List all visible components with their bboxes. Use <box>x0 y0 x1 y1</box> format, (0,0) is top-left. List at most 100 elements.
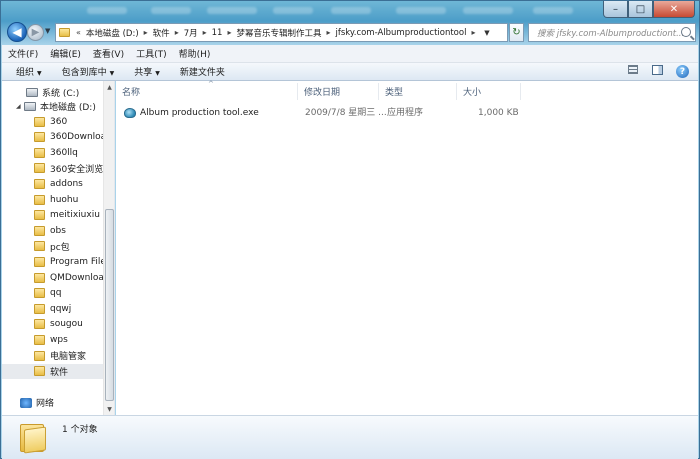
tree-item-folder-selected[interactable]: 软件 <box>2 363 104 379</box>
file-list[interactable]: 名称 ^ 修改日期 类型 大小 Album production tool.ex… <box>116 80 698 415</box>
expand-arrow-icon[interactable]: ◢ <box>16 103 24 110</box>
chevron-down-icon: ▼ <box>109 70 115 77</box>
breadcrumb-separator[interactable]: ▸ <box>325 28 333 37</box>
tree-item-folder[interactable]: 360Downloads <box>2 130 114 145</box>
tree-item-folder[interactable]: obs <box>2 223 104 238</box>
preview-pane-button[interactable] <box>652 65 666 78</box>
tree-item-label: addons <box>50 178 83 189</box>
include-in-library-button[interactable]: 包含到库中 ▼ <box>62 65 115 78</box>
title-bar[interactable]: – □ ✕ <box>1 1 700 21</box>
chevron-down-icon: ▼ <box>484 28 490 37</box>
tree-item-folder[interactable]: 电脑管家 <box>2 348 104 363</box>
blurred-title-text <box>396 7 446 14</box>
breadcrumb-current-folder[interactable]: jfsky.com-Albumproductiontool <box>333 28 470 38</box>
breadcrumb-separator[interactable]: ▸ <box>469 28 477 37</box>
explorer-window: – □ ✕ ◀ ▶ ▼ « 本地磁盘 (D:) ▸ 软件 ▸ 7月 ▸ 11 ▸… <box>0 0 700 459</box>
column-header-size[interactable]: 大小 <box>457 83 521 100</box>
close-button[interactable]: ✕ <box>653 1 695 18</box>
file-name: Album production tool.exe <box>140 108 259 118</box>
forward-button[interactable]: ▶ <box>27 24 44 41</box>
tree-item-folder[interactable]: 360 <box>2 114 104 129</box>
new-folder-button[interactable]: 新建文件夹 <box>180 65 225 78</box>
blurred-title-text <box>463 7 513 14</box>
breadcrumb-separator[interactable]: ▸ <box>225 28 233 37</box>
scroll-up-button[interactable]: ▲ <box>104 81 114 93</box>
back-button[interactable]: ◀ <box>7 22 27 42</box>
column-header-label: 修改日期 <box>304 88 341 98</box>
menu-tools[interactable]: 工具(T) <box>136 47 167 60</box>
command-bar: 组织 ▼ 包含到库中 ▼ 共享 ▼ 新建文件夹 ? <box>2 63 698 81</box>
column-header-type[interactable]: 类型 <box>379 83 457 100</box>
breadcrumb-album-tool[interactable]: 梦幂音乐专辑制作工具 <box>233 27 324 39</box>
tree-item-folder[interactable]: huohu <box>2 192 104 207</box>
tree-item-label: 网络 <box>36 399 55 409</box>
folder-icon <box>34 272 45 283</box>
recent-pages-dropdown[interactable]: ▼ <box>45 27 50 35</box>
breadcrumb-11[interactable]: 11 <box>209 28 226 38</box>
menu-edit[interactable]: 编辑(E) <box>50 47 81 60</box>
share-label: 共享 <box>134 68 153 78</box>
scrollbar-thumb[interactable] <box>105 209 114 401</box>
tree-item-folder[interactable]: pc包 <box>2 239 104 254</box>
tree-item-label: huohu <box>50 194 79 205</box>
scroll-down-button[interactable]: ▼ <box>104 403 114 415</box>
tree-item-folder[interactable]: 360llq <box>2 145 104 160</box>
breadcrumb-drive-d[interactable]: 本地磁盘 (D:) <box>83 27 142 39</box>
tree-item-folder[interactable]: QMDownload <box>2 270 110 285</box>
tree-item-label: 电脑管家 <box>50 352 87 362</box>
breadcrumb-separator[interactable]: ▸ <box>201 28 209 37</box>
file-modified-date: 2009/7/8 星期三 ... <box>305 108 387 118</box>
tree-item-folder[interactable]: Program Files <box>2 254 111 269</box>
scroll-up-icon: ▲ <box>107 83 112 91</box>
folder-icon <box>34 350 45 361</box>
chevron-down-icon: ▼ <box>37 70 42 77</box>
sort-indicator-icon: ^ <box>208 80 214 88</box>
overflow-crumbs-button[interactable]: « <box>74 28 83 37</box>
tree-item-label: sougou <box>50 319 83 330</box>
tree-item-network[interactable]: 网络 <box>2 395 104 410</box>
navpane-scrollbar[interactable]: ▲ ▼ <box>103 81 114 415</box>
blurred-title-text <box>273 7 313 14</box>
tree-item-label: QMDownload <box>50 272 110 283</box>
breadcrumb-july[interactable]: 7月 <box>181 27 201 39</box>
address-dropdown-button[interactable]: ▼ <box>481 24 493 41</box>
tree-item-folder[interactable]: qq <box>2 286 104 301</box>
breadcrumb-separator[interactable]: ▸ <box>173 28 181 37</box>
menu-help[interactable]: 帮助(H) <box>179 47 211 60</box>
share-button[interactable]: 共享 ▼ <box>134 65 160 78</box>
breadcrumb-separator[interactable]: ▸ <box>142 28 150 37</box>
tree-item-folder[interactable]: meitixiuxiu <box>2 208 104 223</box>
breadcrumb-software[interactable]: 软件 <box>150 27 173 39</box>
tree-item-drive-d[interactable]: ◢ 本地磁盘 (D:) <box>2 99 104 114</box>
blurred-title-text <box>533 7 573 14</box>
tree-item-drive-c[interactable]: 系统 (C:) <box>2 85 104 100</box>
search-input[interactable]: 搜索 jfsky.com-Albumproductiont... <box>528 23 696 42</box>
refresh-button[interactable]: ↻ <box>509 23 524 42</box>
details-pane: 1 个对象 <box>2 415 698 459</box>
column-header-name[interactable]: 名称 ^ <box>116 80 298 100</box>
organize-button[interactable]: 组织 ▼ <box>16 65 42 78</box>
tree-item-label: wps <box>50 334 68 345</box>
tree-item-folder[interactable]: addons <box>2 176 104 191</box>
tree-item-folder[interactable]: sougou <box>2 317 104 332</box>
minimize-button[interactable]: – <box>603 1 628 18</box>
menu-view[interactable]: 查看(V) <box>93 47 124 60</box>
column-header-label: 类型 <box>385 88 404 98</box>
help-button[interactable]: ? <box>676 65 690 78</box>
change-view-button[interactable] <box>628 65 642 78</box>
folder-icon <box>34 116 45 127</box>
tree-item-folder[interactable]: qqwj <box>2 301 104 316</box>
address-bar[interactable]: « 本地磁盘 (D:) ▸ 软件 ▸ 7月 ▸ 11 ▸ 梦幂音乐专辑制作工具 … <box>55 23 508 42</box>
search-icon <box>681 27 691 37</box>
menu-file[interactable]: 文件(F) <box>8 47 38 60</box>
file-row[interactable]: Album production tool.exe 2009/7/8 星期三 .… <box>124 105 524 121</box>
view-details-icon <box>628 65 638 74</box>
column-header-date[interactable]: 修改日期 <box>298 83 379 100</box>
column-header-label: 名称 <box>122 88 141 98</box>
folder-icon <box>20 422 46 454</box>
blurred-title-text <box>331 7 371 14</box>
close-icon: ✕ <box>669 3 679 15</box>
maximize-button[interactable]: □ <box>628 1 653 18</box>
tree-item-folder[interactable]: 360安全浏览器 <box>2 161 112 176</box>
tree-item-folder[interactable]: wps <box>2 332 104 347</box>
